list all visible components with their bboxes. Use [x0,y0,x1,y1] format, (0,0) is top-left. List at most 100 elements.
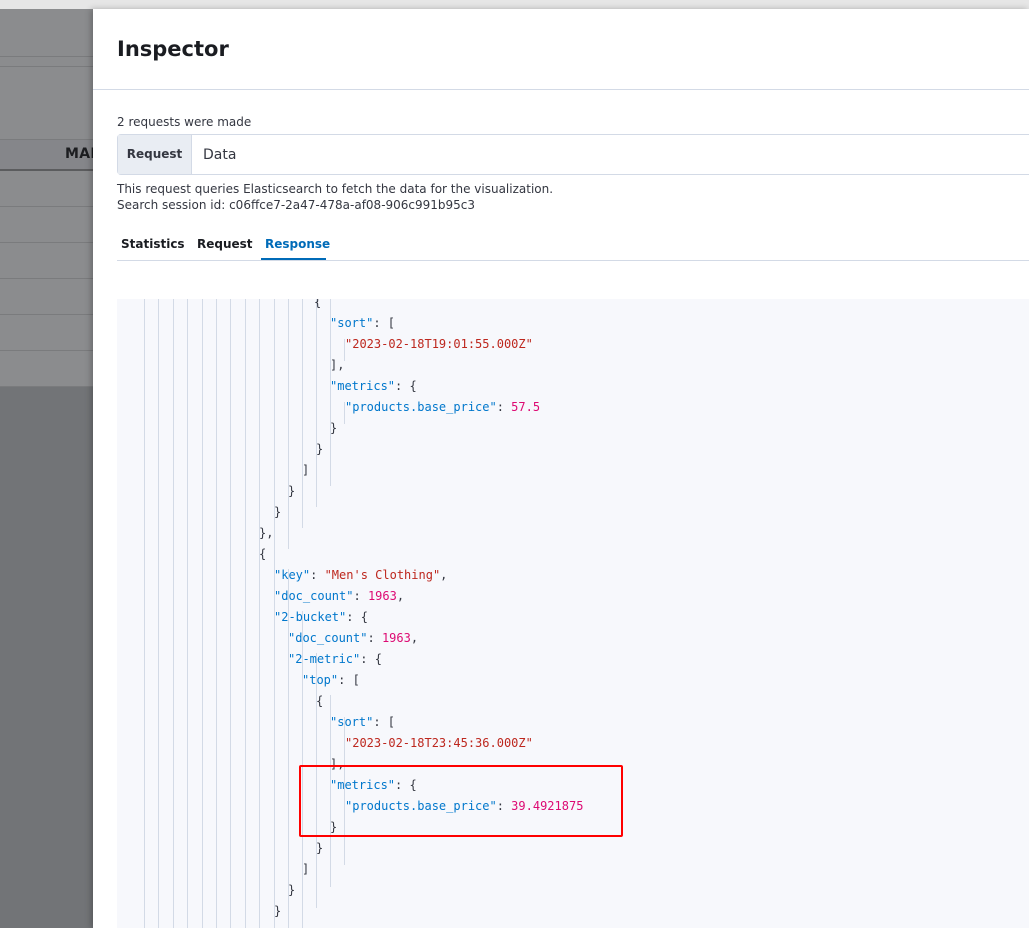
code-punct: : [ [338,673,360,687]
inspector-tabs: Statistics Request Response [117,229,1029,261]
code-line: } [274,502,281,522]
code-line: "key": "Men's Clothing", [274,565,447,585]
code-line: "2023-02-18T23:45:36.000Z" [345,733,533,753]
requests-count: 2 requests were made [117,115,252,129]
request-selector[interactable]: Request Data [117,134,1029,175]
code-number: 1963 [367,589,397,603]
code-punct: } [316,841,324,855]
code-punct: } [288,883,296,897]
code-line: } [330,418,337,438]
background-row-divider [0,139,93,140]
code-key: "2-bucket" [274,610,347,624]
indent-guide [302,299,303,528]
code-punct: : { [395,379,417,393]
code-punct: { [316,694,324,708]
background-row-divider [0,206,93,207]
code-line: "2023-02-18T19:01:55.000Z" [345,334,533,354]
code-punct: , [410,631,419,645]
background-top-strip [0,0,1029,9]
tab-request[interactable]: Request [197,237,253,251]
code-string: "Men's Clothing" [324,568,441,582]
code-key: "key" [274,568,311,582]
inspector-title: Inspector [117,37,229,61]
code-punct: ] [302,862,310,876]
code-line: { [259,544,266,564]
code-line: } [288,481,295,501]
code-punct: } [288,484,296,498]
code-number: 57.5 [511,400,541,414]
background-row-divider [0,386,93,387]
background-row-divider [0,314,93,315]
code-key: "doc_count" [288,631,368,645]
indent-guide [316,299,317,507]
indent-guide [245,299,246,928]
background-row-divider [0,66,93,67]
indent-guide [202,299,203,928]
indent-guide [187,299,188,928]
code-line: "products.base_price": 57.5 [345,397,540,417]
code-string: "2023-02-18T19:01:55.000Z" [345,337,533,351]
code-key: "top" [302,673,339,687]
code-line: ] [302,859,309,879]
code-line: "doc_count": 1963, [274,586,404,606]
code-punct: { [314,299,322,309]
tab-response[interactable]: Response [265,237,330,251]
code-line: "top": [ [302,670,360,690]
indent-guide [158,299,159,928]
code-punct: : [ [373,316,396,330]
code-punct: : { [360,652,382,666]
code-string: "2023-02-18T23:45:36.000Z" [345,736,533,750]
code-key: "metrics" [330,379,396,393]
background-row-divider [0,242,93,243]
code-punct: } [274,904,282,918]
code-line: } [316,838,323,858]
request-selector-value[interactable]: Data [203,135,236,175]
code-punct: ] [302,463,310,477]
code-line: } [316,439,323,459]
code-punct: : [310,568,325,582]
tab-statistics[interactable]: Statistics [121,237,185,251]
highlight-annotation-box [299,765,623,837]
code-line: } [274,901,281,921]
code-punct: } [330,421,338,435]
header-divider [93,89,1029,90]
active-tab-indicator [261,258,326,260]
code-punct: : { [346,610,368,624]
background-header-underline [0,169,93,171]
code-punct: , [440,568,448,582]
code-punct: } [274,505,282,519]
indent-guide [173,299,174,928]
request-description-text: This request queries Elasticsearch to fe… [117,182,554,196]
code-key: "products.base_price" [345,400,497,414]
request-selector-label: Request [118,135,192,174]
code-line: }, [259,523,273,543]
code-key: "sort" [330,316,374,330]
search-session-id: Search session id: c06ffce7-2a47-478a-af… [117,198,476,212]
code-line: ] [302,460,309,480]
code-line: { [316,691,323,711]
code-line: "metrics": { [330,376,417,396]
code-punct: : [367,631,382,645]
indent-guide [144,299,145,928]
indent-guide [230,299,231,928]
code-line: "sort": [ [330,712,395,732]
code-key: "2-metric" [288,652,361,666]
code-line: "2-bucket": { [274,607,368,627]
background-row-divider [0,56,93,57]
code-number: 1963 [381,631,411,645]
indent-guide [259,299,260,928]
code-key: "doc_count" [274,589,354,603]
code-line: "doc_count": 1963, [288,628,418,648]
code-punct: ], [330,358,345,372]
code-line: "sort": [ [330,313,395,333]
code-line: ], [330,355,344,375]
background-row-divider [0,278,93,279]
code-punct: } [316,442,324,456]
code-punct: , [396,589,405,603]
code-punct: : [ [373,715,396,729]
indent-guide [288,299,289,549]
code-key: "sort" [330,715,374,729]
code-line: } [288,880,295,900]
code-line: { [314,299,321,312]
code-punct: { [259,547,267,561]
